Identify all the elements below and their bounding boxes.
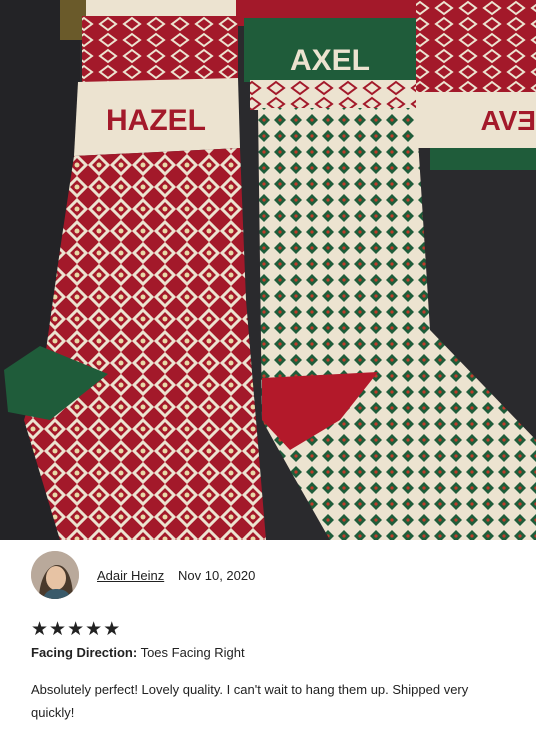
avatar[interactable] <box>31 551 79 599</box>
variation-attribute: Facing Direction: Toes Facing Right <box>31 645 245 660</box>
svg-text:HAZEL: HAZEL <box>106 104 206 137</box>
star-rating: ★ ★ ★ ★ ★ <box>31 620 120 639</box>
review-date: Nov 10, 2020 <box>178 568 256 583</box>
svg-text:EVA: EVA <box>481 105 536 136</box>
attribute-value: Toes Facing Right <box>140 645 245 660</box>
review-text: Absolutely perfect! Lovely quality. I ca… <box>31 682 469 720</box>
star-icon: ★ <box>103 619 121 640</box>
stockings-image: EVA AXEL HAZEL <box>0 0 536 540</box>
avatar-image <box>31 551 79 599</box>
star-icon: ★ <box>67 619 85 640</box>
eva-stocking: EVA <box>412 0 536 170</box>
star-icon: ★ <box>31 619 49 640</box>
reviewer-name-link[interactable]: Adair Heinz <box>97 568 164 583</box>
svg-text:AXEL: AXEL <box>290 44 370 77</box>
star-icon: ★ <box>85 619 103 640</box>
review-card: Adair Heinz Nov 10, 2020 ★ ★ ★ ★ ★ Facin… <box>0 540 536 746</box>
review-photo[interactable]: EVA AXEL HAZEL <box>0 0 536 540</box>
star-icon: ★ <box>49 619 67 640</box>
attribute-label: Facing Direction: <box>31 645 138 660</box>
